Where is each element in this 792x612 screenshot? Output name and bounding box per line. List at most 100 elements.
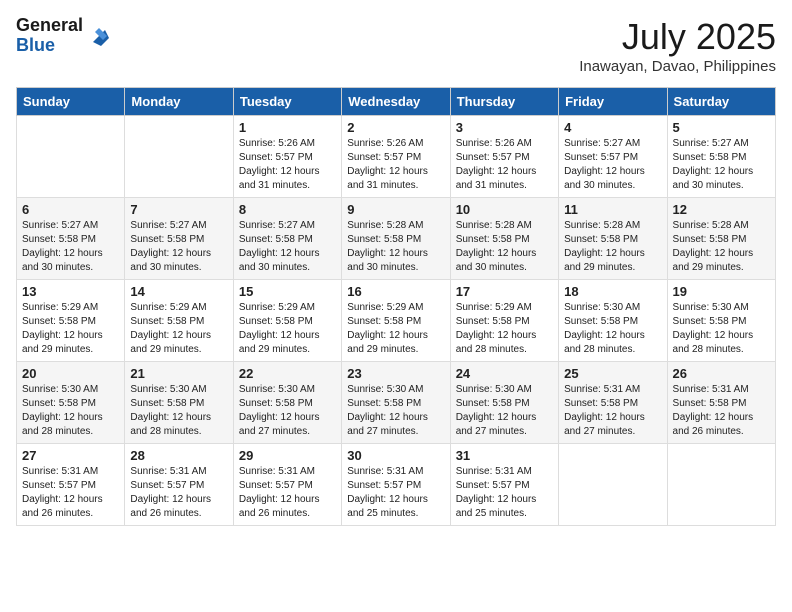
- day-number: 26: [673, 366, 770, 381]
- logo-icon: [85, 22, 113, 50]
- day-info: Sunrise: 5:30 AM Sunset: 5:58 PM Dayligh…: [130, 383, 227, 439]
- logo-blue-text: Blue: [16, 36, 83, 56]
- day-number: 22: [239, 366, 336, 381]
- calendar-table: SundayMondayTuesdayWednesdayThursdayFrid…: [16, 87, 776, 526]
- day-number: 16: [347, 284, 444, 299]
- day-number: 6: [22, 202, 119, 217]
- weekday-header-wednesday: Wednesday: [342, 88, 450, 116]
- calendar-cell: 4Sunrise: 5:27 AM Sunset: 5:57 PM Daylig…: [559, 116, 667, 198]
- day-number: 2: [347, 120, 444, 135]
- day-number: 27: [22, 448, 119, 463]
- day-number: 29: [239, 448, 336, 463]
- day-number: 19: [673, 284, 770, 299]
- weekday-header-saturday: Saturday: [667, 88, 775, 116]
- day-info: Sunrise: 5:26 AM Sunset: 5:57 PM Dayligh…: [347, 137, 444, 193]
- calendar-cell: 6 Sunrise: 5:27 AM Sunset: 5:58 PM Daylig…: [17, 198, 125, 280]
- day-number: 23: [347, 366, 444, 381]
- day-info: Sunrise: 5:31 AM Sunset: 5:58 PM Dayligh…: [564, 383, 661, 439]
- day-number: 25: [564, 366, 661, 381]
- calendar-cell: 29 Sunrise: 5:31 AM Sunset: 5:57 PM Dayli…: [233, 444, 341, 526]
- calendar-cell: 21 Sunrise: 5:30 AM Sunset: 5:58 PM Dayli…: [125, 362, 233, 444]
- day-number: 8: [239, 202, 336, 217]
- calendar-cell: [125, 116, 233, 198]
- day-info: Sunrise: 5:31 AM Sunset: 5:57 PM Dayligh…: [347, 465, 444, 521]
- calendar-cell: 31Sunrise: 5:31 AM Sunset: 5:57 PM Dayli…: [450, 444, 558, 526]
- day-info: Sunrise: 5:27 AM Sunset: 5:58 PM Dayligh…: [22, 219, 119, 275]
- calendar-cell: 3 Sunrise: 5:26 AM Sunset: 5:57 PM Daylig…: [450, 116, 558, 198]
- day-number: 11: [564, 202, 661, 217]
- calendar-cell: 8 Sunrise: 5:27 AM Sunset: 5:58 PM Daylig…: [233, 198, 341, 280]
- day-number: 13: [22, 284, 119, 299]
- calendar-week-row: 6 Sunrise: 5:27 AM Sunset: 5:58 PM Daylig…: [17, 198, 776, 280]
- day-info: Sunrise: 5:29 AM Sunset: 5:58 PM Dayligh…: [347, 301, 444, 357]
- weekday-header-row: SundayMondayTuesdayWednesdayThursdayFrid…: [17, 88, 776, 116]
- day-info: Sunrise: 5:30 AM Sunset: 5:58 PM Dayligh…: [456, 383, 553, 439]
- calendar-cell: 2 Sunrise: 5:26 AM Sunset: 5:57 PM Daylig…: [342, 116, 450, 198]
- calendar-cell: 10Sunrise: 5:28 AM Sunset: 5:58 PM Dayli…: [450, 198, 558, 280]
- calendar-week-row: 27 Sunrise: 5:31 AM Sunset: 5:57 PM Dayli…: [17, 444, 776, 526]
- day-info: Sunrise: 5:30 AM Sunset: 5:58 PM Dayligh…: [673, 301, 770, 357]
- calendar-cell: 27 Sunrise: 5:31 AM Sunset: 5:57 PM Dayli…: [17, 444, 125, 526]
- calendar-cell: 7 Sunrise: 5:27 AM Sunset: 5:58 PM Daylig…: [125, 198, 233, 280]
- day-info: Sunrise: 5:28 AM Sunset: 5:58 PM Dayligh…: [564, 219, 661, 275]
- calendar-cell: 18Sunrise: 5:30 AM Sunset: 5:58 PM Dayli…: [559, 280, 667, 362]
- calendar-week-row: 1 Sunrise: 5:26 AM Sunset: 5:57 PM Daylig…: [17, 116, 776, 198]
- day-info: Sunrise: 5:30 AM Sunset: 5:58 PM Dayligh…: [22, 383, 119, 439]
- weekday-header-tuesday: Tuesday: [233, 88, 341, 116]
- calendar-cell: 30 Sunrise: 5:31 AM Sunset: 5:57 PM Dayli…: [342, 444, 450, 526]
- day-number: 5: [673, 120, 770, 135]
- day-info: Sunrise: 5:26 AM Sunset: 5:57 PM Dayligh…: [456, 137, 553, 193]
- day-info: Sunrise: 5:27 AM Sunset: 5:58 PM Dayligh…: [239, 219, 336, 275]
- day-number: 14: [130, 284, 227, 299]
- day-info: Sunrise: 5:27 AM Sunset: 5:58 PM Dayligh…: [130, 219, 227, 275]
- day-info: Sunrise: 5:26 AM Sunset: 5:57 PM Dayligh…: [239, 137, 336, 193]
- day-info: Sunrise: 5:29 AM Sunset: 5:58 PM Dayligh…: [130, 301, 227, 357]
- location: Inawayan, Davao, Philippines: [579, 58, 776, 75]
- month-title: July 2025: [579, 16, 776, 58]
- day-info: Sunrise: 5:31 AM Sunset: 5:57 PM Dayligh…: [456, 465, 553, 521]
- calendar-cell: 11 Sunrise: 5:28 AM Sunset: 5:58 PM Dayli…: [559, 198, 667, 280]
- calendar-cell: 20 Sunrise: 5:30 AM Sunset: 5:58 PM Dayli…: [17, 362, 125, 444]
- day-number: 30: [347, 448, 444, 463]
- calendar-cell: 26 Sunrise: 5:31 AM Sunset: 5:58 PM Dayli…: [667, 362, 775, 444]
- day-number: 3: [456, 120, 553, 135]
- logo-general-text: General: [16, 16, 83, 36]
- day-number: 18: [564, 284, 661, 299]
- weekday-header-monday: Monday: [125, 88, 233, 116]
- day-info: Sunrise: 5:29 AM Sunset: 5:58 PM Dayligh…: [239, 301, 336, 357]
- day-number: 15: [239, 284, 336, 299]
- calendar-cell: 23 Sunrise: 5:30 AM Sunset: 5:58 PM Dayli…: [342, 362, 450, 444]
- title-block: July 2025 Inawayan, Davao, Philippines: [579, 16, 776, 75]
- day-number: 1: [239, 120, 336, 135]
- day-info: Sunrise: 5:28 AM Sunset: 5:58 PM Dayligh…: [456, 219, 553, 275]
- day-number: 4: [564, 120, 661, 135]
- calendar-cell: 14 Sunrise: 5:29 AM Sunset: 5:58 PM Dayli…: [125, 280, 233, 362]
- weekday-header-friday: Friday: [559, 88, 667, 116]
- day-number: 9: [347, 202, 444, 217]
- day-number: 20: [22, 366, 119, 381]
- calendar-cell: 28Sunrise: 5:31 AM Sunset: 5:57 PM Dayli…: [125, 444, 233, 526]
- calendar-week-row: 20 Sunrise: 5:30 AM Sunset: 5:58 PM Dayli…: [17, 362, 776, 444]
- calendar-cell: [559, 444, 667, 526]
- calendar-cell: 13 Sunrise: 5:29 AM Sunset: 5:58 PM Dayli…: [17, 280, 125, 362]
- day-info: Sunrise: 5:30 AM Sunset: 5:58 PM Dayligh…: [347, 383, 444, 439]
- calendar-cell: 17 Sunrise: 5:29 AM Sunset: 5:58 PM Dayli…: [450, 280, 558, 362]
- day-info: Sunrise: 5:31 AM Sunset: 5:57 PM Dayligh…: [22, 465, 119, 521]
- weekday-header-sunday: Sunday: [17, 88, 125, 116]
- day-info: Sunrise: 5:31 AM Sunset: 5:57 PM Dayligh…: [239, 465, 336, 521]
- day-number: 17: [456, 284, 553, 299]
- day-info: Sunrise: 5:28 AM Sunset: 5:58 PM Dayligh…: [347, 219, 444, 275]
- calendar-cell: 22 Sunrise: 5:30 AM Sunset: 5:58 PM Dayli…: [233, 362, 341, 444]
- day-info: Sunrise: 5:30 AM Sunset: 5:58 PM Dayligh…: [239, 383, 336, 439]
- day-number: 21: [130, 366, 227, 381]
- page-header: General Blue July 2025 Inawayan, Davao, …: [16, 16, 776, 75]
- calendar-cell: 12Sunrise: 5:28 AM Sunset: 5:58 PM Dayli…: [667, 198, 775, 280]
- logo: General Blue: [16, 16, 113, 56]
- day-info: Sunrise: 5:29 AM Sunset: 5:58 PM Dayligh…: [22, 301, 119, 357]
- day-info: Sunrise: 5:31 AM Sunset: 5:58 PM Dayligh…: [673, 383, 770, 439]
- day-number: 28: [130, 448, 227, 463]
- day-number: 7: [130, 202, 227, 217]
- calendar-cell: 15 Sunrise: 5:29 AM Sunset: 5:58 PM Dayli…: [233, 280, 341, 362]
- day-info: Sunrise: 5:29 AM Sunset: 5:58 PM Dayligh…: [456, 301, 553, 357]
- calendar-cell: 1 Sunrise: 5:26 AM Sunset: 5:57 PM Daylig…: [233, 116, 341, 198]
